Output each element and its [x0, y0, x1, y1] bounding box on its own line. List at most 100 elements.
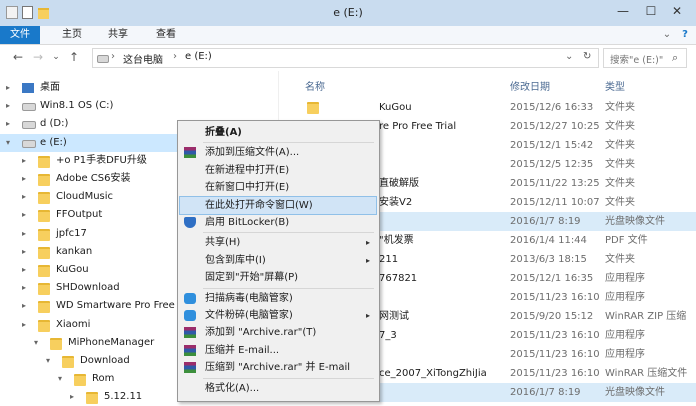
winrar-icon	[184, 327, 196, 339]
address-bar[interactable]: › 这台电脑 › e (E:) ⌄ ↻	[92, 48, 599, 68]
expand-arrow-icon[interactable]: ▸	[22, 261, 30, 279]
menu-item-label: 固定到"开始"屏幕(P)	[205, 272, 299, 284]
expand-arrow-icon[interactable]: ▸	[22, 316, 30, 334]
submenu-arrow-icon: ▸	[365, 311, 370, 320]
menu-item[interactable]: 包含到库中(I) ▸	[180, 252, 376, 269]
file-date: 2016/1/4 11:44	[510, 235, 587, 246]
refresh-icon[interactable]: ↻	[583, 51, 591, 62]
menu-separator	[203, 377, 374, 379]
folder-icon	[38, 155, 50, 168]
menu-item-label: 折叠(A)	[205, 127, 242, 138]
tab-view[interactable]: 查看	[146, 26, 186, 44]
menu-item[interactable]: 文件粉碎(电脑管家) ▸	[180, 307, 376, 324]
menu-item[interactable]: 在此处打开命令窗口(W)	[179, 195, 377, 215]
expand-arrow-icon[interactable]: ▸	[70, 388, 78, 406]
expand-arrow-icon[interactable]: ▸	[22, 152, 30, 170]
file-type: 光盘映像文件	[605, 216, 665, 227]
folder-icon	[38, 192, 50, 205]
forward-button[interactable]: →	[30, 49, 46, 65]
expand-arrow-icon[interactable]: ▸	[6, 79, 14, 97]
tab-file[interactable]: 文件	[0, 26, 40, 44]
breadcrumb-drive-e[interactable]: e (E:)	[185, 51, 212, 62]
expand-arrow-icon[interactable]: ▸	[6, 115, 14, 133]
title-bar: e (E:) — ☐ ✕	[0, 0, 696, 27]
search-icon[interactable]: ⌕	[672, 51, 678, 65]
menu-item-label: 添加到 "Archive.rar"(T)	[205, 327, 317, 339]
minimize-button[interactable]: —	[612, 2, 634, 20]
menu-item[interactable]: 压缩并 E-mail...	[180, 342, 376, 359]
expand-arrow-icon[interactable]: ▸	[22, 297, 30, 315]
menu-item[interactable]: 压缩到 "Archive.rar" 并 E-mail	[180, 359, 376, 376]
menu-separator	[203, 287, 374, 289]
expand-arrow-icon[interactable]: ▸	[22, 225, 30, 243]
search-input[interactable]: 搜索"e (E:)"	[610, 52, 663, 66]
tree-item-label: +o P1手表DFU升级	[56, 154, 147, 166]
recent-locations-button[interactable]: ⌄	[48, 49, 64, 65]
file-type: 文件夹	[605, 121, 635, 132]
drive-icon	[97, 55, 109, 63]
menu-item[interactable]: 扫描病毒(电脑管家)	[180, 290, 376, 307]
pc-manager-icon	[184, 292, 196, 304]
expand-arrow-icon[interactable]: ▾	[34, 334, 42, 352]
tree-item-label: MiPhoneManager	[68, 336, 155, 348]
search-box[interactable]: 搜索"e (E:)" ⌕	[603, 48, 687, 68]
up-button[interactable]: ↑	[66, 49, 82, 65]
breadcrumb-this-pc[interactable]: 这台电脑	[123, 51, 163, 66]
expand-arrow-icon[interactable]: ▾	[6, 134, 14, 152]
tab-share[interactable]: 共享	[98, 26, 138, 44]
context-menu: 折叠(A) 添加到压缩文件(A)... 在新进程中打开(E) 在新窗口中打开(E) 在此…	[177, 120, 380, 402]
expand-arrow-icon[interactable]: ▸	[6, 97, 14, 115]
uac-shield-icon	[184, 217, 196, 228]
file-name: 211	[379, 254, 399, 265]
menu-item[interactable]: 启用 BitLocker(B)	[180, 214, 376, 231]
tree-item-label: Xiaomi	[56, 318, 91, 330]
file-type: 文件夹	[605, 254, 635, 265]
menu-item[interactable]: 添加到压缩文件(A)...	[180, 144, 376, 161]
expand-arrow-icon[interactable]: ▸	[22, 279, 30, 297]
file-row[interactable]: KuGou 2015/12/6 16:33 文件夹	[279, 98, 696, 117]
menu-item[interactable]: 固定到"开始"屏幕(P)	[180, 269, 376, 286]
file-type: 应用程序	[605, 330, 645, 341]
maximize-button[interactable]: ☐	[640, 2, 662, 20]
tab-home[interactable]: 主页	[52, 26, 92, 44]
expand-arrow-icon[interactable]: ▸	[22, 188, 30, 206]
menu-item[interactable]: 折叠(A)	[180, 124, 376, 141]
breadcrumb-separator: ›	[111, 51, 115, 62]
breadcrumb-separator: ›	[173, 51, 177, 62]
column-header-type[interactable]: 类型	[605, 78, 625, 93]
menu-item-label: 在新窗口中打开(E)	[205, 182, 290, 194]
folder-icon	[38, 283, 50, 296]
column-header-date[interactable]: 修改日期	[510, 78, 550, 93]
tree-item-label: SHDownload	[56, 282, 120, 294]
address-dropdown-icon[interactable]: ⌄	[565, 51, 573, 62]
expand-arrow-icon[interactable]: ▸	[22, 170, 30, 188]
folder-icon	[38, 246, 50, 259]
tree-item[interactable]: ▸ 桌面	[0, 79, 278, 97]
back-button[interactable]: ←	[10, 49, 26, 65]
menu-item[interactable]: 共享(H) ▸	[180, 234, 376, 251]
help-icon[interactable]: ?	[678, 26, 692, 44]
column-header-name[interactable]: 名称	[305, 78, 325, 93]
tree-item[interactable]: ▸ Win8.1 OS (C:)	[0, 97, 278, 115]
expand-arrow-icon[interactable]: ▸	[22, 206, 30, 224]
file-name: "机发票	[379, 235, 414, 246]
tree-item-label: Rom	[92, 373, 115, 385]
expand-arrow-icon[interactable]: ▸	[22, 243, 30, 261]
close-button[interactable]: ✕	[666, 2, 688, 20]
expand-arrow-icon[interactable]: ▾	[46, 352, 54, 370]
menu-item[interactable]: 在新窗口中打开(E)	[180, 179, 376, 196]
menu-item[interactable]: 格式化(A)...	[180, 380, 376, 397]
expand-ribbon-icon[interactable]: ⌄	[660, 26, 674, 44]
folder-icon	[38, 174, 50, 186]
tree-item-label: FFOutput	[56, 209, 103, 221]
tree-item-label: KuGou	[56, 264, 89, 275]
menu-item[interactable]: 在新进程中打开(E)	[180, 162, 376, 179]
folder-icon	[86, 392, 98, 405]
file-type: WinRAR 压缩文件	[605, 368, 688, 379]
file-name: 安装V2	[379, 197, 413, 208]
folder-icon	[38, 301, 50, 314]
file-date: 2015/11/23 16:10	[510, 292, 600, 303]
expand-arrow-icon[interactable]: ▾	[58, 370, 66, 388]
menu-item[interactable]: 添加到 "Archive.rar"(T)	[180, 324, 376, 341]
menu-item-label: 添加到压缩文件(A)...	[205, 147, 300, 159]
